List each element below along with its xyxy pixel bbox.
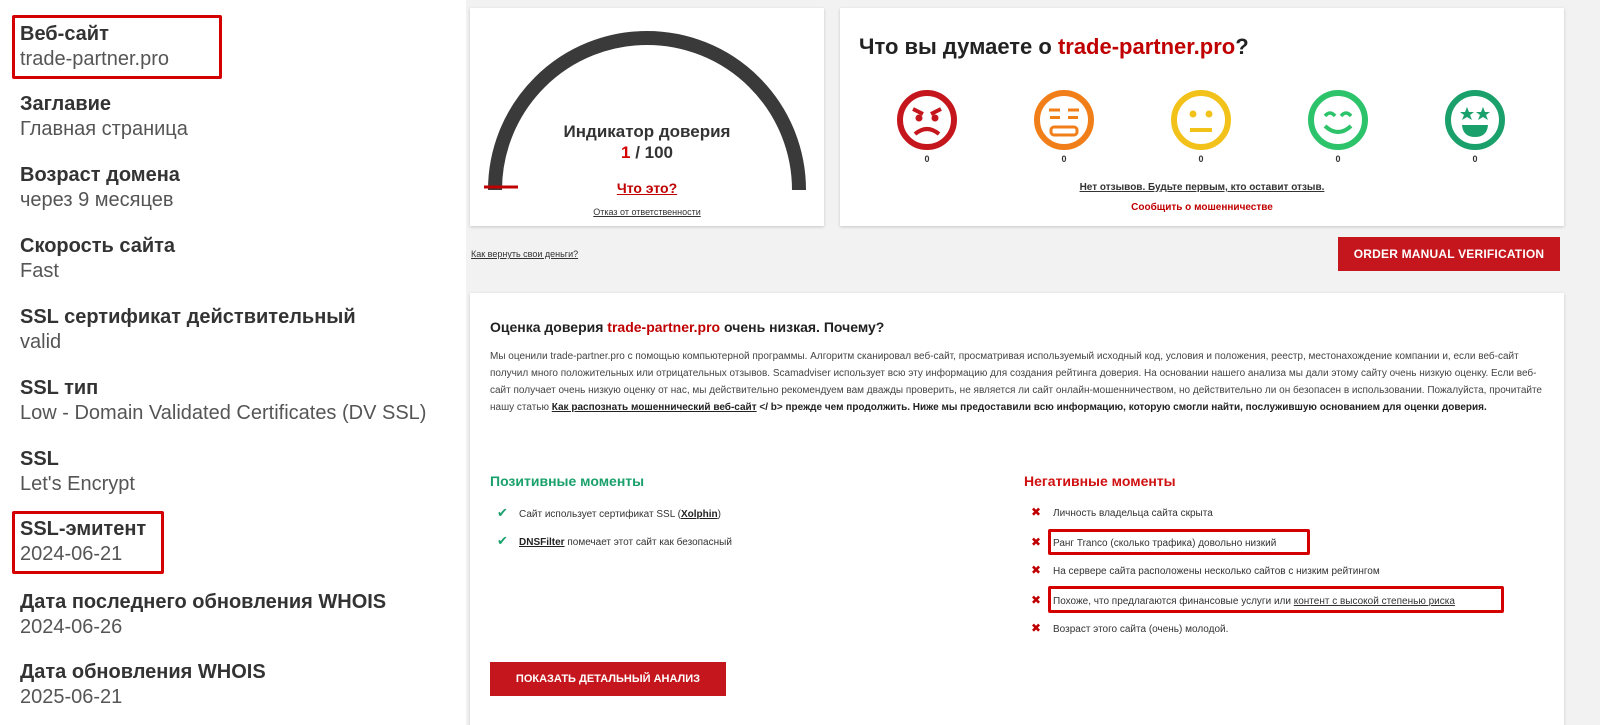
neutral-face-icon	[1171, 90, 1231, 150]
info-label: SSL сертификат действительный	[20, 306, 356, 328]
point-text: помечает этот сайт как безопасный	[564, 537, 732, 548]
what-is-this-link[interactable]: Что это?	[470, 180, 824, 196]
info-label: Веб-сайт	[20, 23, 109, 45]
point-text: Личность владельца сайта скрыта	[1053, 508, 1213, 519]
analysis-title-suffix: очень низкая. Почему?	[720, 319, 885, 335]
info-site-speed: Скорость сайта Fast	[20, 234, 175, 284]
gauge-score-max: / 100	[635, 143, 673, 162]
info-label: SSL-эмитент	[20, 518, 147, 540]
info-value: Fast	[20, 260, 59, 282]
point-text: Возраст этого сайта (очень) молодой.	[1053, 624, 1229, 635]
point-text: На сервере сайта расположены несколько с…	[1053, 566, 1380, 577]
face-count: 0	[1061, 154, 1067, 164]
info-label: SSL тип	[20, 377, 99, 399]
disclaimer-link[interactable]: Отказ от ответственности	[470, 207, 824, 217]
star-eyes-face-icon	[1445, 90, 1505, 150]
check-icon: ✔	[497, 505, 508, 520]
info-ssl-valid: SSL сертификат действительный valid	[20, 305, 356, 355]
info-whois-last-update: Дата последнего обновления WHOIS 2024-06…	[20, 590, 386, 640]
high-risk-content-link[interactable]: контент с высокой степенью риска	[1294, 596, 1455, 607]
neutral-face-button[interactable]: 0	[1167, 88, 1235, 168]
scam-article-link[interactable]: Как распознать мошеннический веб-сайт	[552, 402, 757, 413]
site-info-sidebar: Веб-сайт trade-partner.pro Заглавие Глав…	[0, 0, 466, 725]
negative-point: ✖ Ранг Tranco (сколько трафика) довольно …	[1031, 535, 1276, 549]
xolphin-link[interactable]: Xolphin	[681, 509, 718, 520]
cross-icon: ✖	[1031, 563, 1042, 577]
analysis-body-text-bold: </ b> прежде чем продолжить. Ниже мы пре…	[756, 402, 1487, 413]
positive-points-heading: Позитивные моменты	[490, 473, 645, 489]
info-website: Веб-сайт trade-partner.pro	[20, 22, 169, 72]
point-text: Похоже, что предлагаются финансовые услу…	[1053, 596, 1294, 607]
analysis-title-site: trade-partner.pro	[607, 319, 721, 335]
review-title: Что вы думаете о trade-partner.pro?	[859, 34, 1249, 60]
point-text: )	[717, 509, 722, 520]
check-icon: ✔	[497, 533, 508, 548]
info-value: Low - Domain Validated Certificates (DV …	[20, 402, 427, 424]
info-label: SSL	[20, 448, 59, 470]
face-count: 0	[1472, 154, 1478, 164]
info-title: Заглавие Главная страница	[20, 92, 188, 142]
info-value: 2025-06-21	[20, 686, 123, 708]
info-domain-age: Возраст домена через 9 месяцев	[20, 163, 180, 213]
negative-point: ✖ На сервере сайта расположены несколько …	[1031, 563, 1380, 577]
positive-point: ✔ DNSFilter помечает этот сайт как безопа…	[497, 533, 732, 549]
trust-gauge-card: Индикатор доверия 1 / 100 Что это? Отказ…	[470, 8, 824, 226]
cross-icon: ✖	[1031, 621, 1042, 635]
point-text: Ранг Tranco (сколько трафика) довольно н…	[1053, 538, 1277, 549]
negative-point: ✖ Личность владельца сайта скрыта	[1031, 505, 1213, 519]
cross-icon: ✖	[1031, 593, 1042, 607]
info-whois-update: Дата обновления WHOIS 2025-06-21	[20, 660, 266, 710]
smiling-face-button[interactable]: 0	[1304, 88, 1372, 168]
analysis-title-prefix: Оценка доверия	[490, 319, 608, 335]
cross-icon: ✖	[1031, 505, 1042, 519]
info-ssl: SSL Let's Encrypt	[20, 447, 135, 497]
info-value: 2024-06-26	[20, 616, 123, 638]
review-card: Что вы думаете о trade-partner.pro? 0 0	[840, 8, 1564, 226]
dnsfilter-link[interactable]: DNSFilter	[519, 537, 565, 548]
info-value: 2024-06-21	[20, 543, 123, 565]
star-eyes-face-button[interactable]: 0	[1441, 88, 1509, 168]
unamused-face-button[interactable]: 0	[1030, 88, 1098, 168]
gauge-score: 1 / 100	[470, 143, 824, 163]
cross-icon: ✖	[1031, 535, 1042, 549]
info-label: Дата последнего обновления WHOIS	[20, 591, 387, 613]
order-manual-verification-button[interactable]: ORDER MANUAL VERIFICATION	[1338, 237, 1560, 271]
show-detailed-analysis-button[interactable]: ПОКАЗАТЬ ДЕТАЛЬНЫЙ АНАЛИЗ	[490, 662, 726, 696]
unamused-face-icon	[1034, 90, 1094, 150]
positive-point: ✔ Сайт использует сертификат SSL (Xolphin…	[497, 505, 721, 521]
info-ssl-type: SSL тип Low - Domain Validated Certifica…	[20, 376, 426, 426]
face-count: 0	[924, 154, 930, 164]
analysis-description: Мы оценили trade-partner.pro с помощью к…	[490, 348, 1552, 416]
angry-face-icon	[897, 90, 957, 150]
no-reviews-link[interactable]: Нет отзывов. Будьте первым, кто оставит …	[882, 182, 1522, 193]
gauge-title: Индикатор доверия	[563, 122, 731, 141]
gauge-score-value: 1	[620, 143, 631, 162]
analysis-card: Оценка доверия trade-partner.pro очень н…	[470, 293, 1564, 725]
get-money-back-link[interactable]: Как вернуть свои деньги?	[471, 249, 578, 259]
smiling-face-icon	[1308, 90, 1368, 150]
analysis-title: Оценка доверия trade-partner.pro очень н…	[490, 319, 884, 335]
info-ssl-issuer: SSL-эмитент 2024-06-21	[20, 517, 146, 567]
point-text: Сайт использует сертификат SSL (	[519, 509, 681, 520]
info-value: Let's Encrypt	[20, 473, 135, 495]
info-label: Заглавие	[20, 93, 112, 115]
gauge-track	[488, 31, 806, 191]
info-value: Главная страница	[20, 118, 188, 140]
negative-point: ✖ Возраст этого сайта (очень) молодой.	[1031, 621, 1228, 635]
face-count: 0	[1198, 154, 1204, 164]
review-title-prefix: Что вы думаете о	[859, 34, 1058, 59]
face-count: 0	[1335, 154, 1341, 164]
review-title-suffix: ?	[1235, 34, 1249, 59]
info-value: через 9 месяцев	[20, 189, 174, 211]
negative-point: ✖ Похоже, что предлагаются финансовые усл…	[1031, 593, 1455, 607]
info-label: Скорость сайта	[20, 235, 176, 257]
angry-face-button[interactable]: 0	[893, 88, 961, 168]
info-value: trade-partner.pro	[20, 48, 169, 70]
info-value: valid	[20, 331, 62, 353]
negative-points-heading: Негативные моменты	[1024, 473, 1176, 489]
info-label: Дата обновления WHOIS	[20, 661, 266, 683]
report-fraud-link[interactable]: Сообщить о мошенничестве	[882, 202, 1522, 213]
info-label: Возраст домена	[20, 164, 180, 186]
review-title-site: trade-partner.pro	[1057, 34, 1236, 59]
